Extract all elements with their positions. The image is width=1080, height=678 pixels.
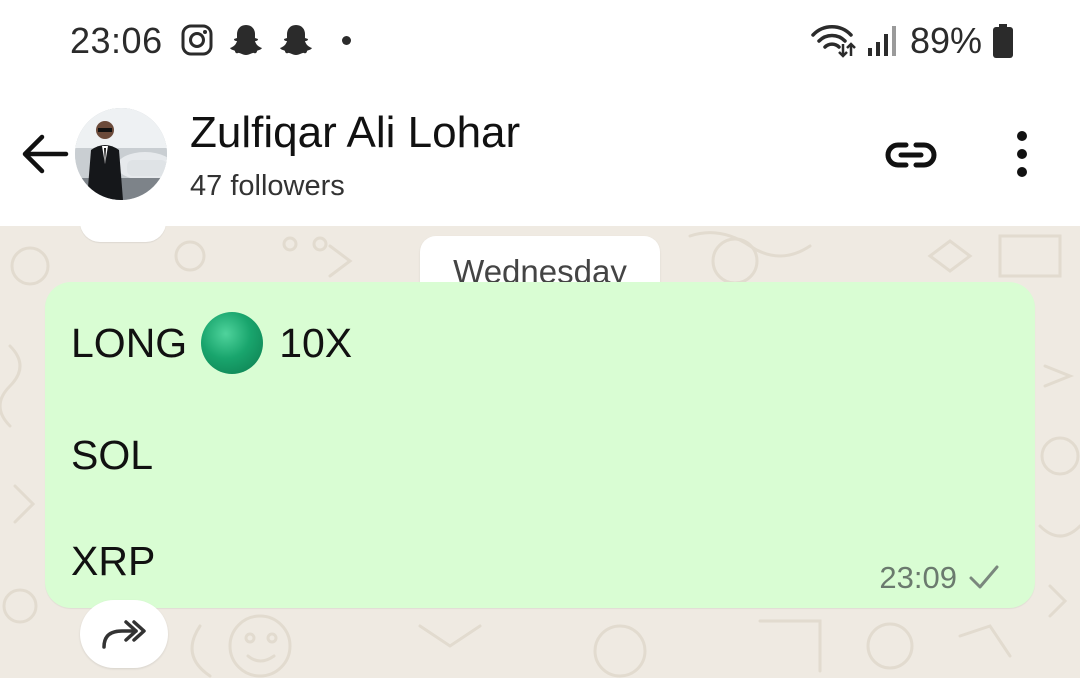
dot-icon [342,35,351,45]
forward-icon [102,620,146,649]
battery-icon [993,24,1013,58]
message-text-xrp: XRP [71,538,156,584]
status-time: 23:06 [70,20,163,61]
previous-message-edge [80,226,166,242]
snapchat-icon [280,25,312,55]
more-vert-icon[interactable] [1010,130,1034,180]
message-line-2: SOL [71,432,153,479]
chat-area[interactable]: Wednesday LONG 10X SOL XRP 23:09 [0,226,1080,678]
green-circle-emoji [201,312,264,374]
message-text-leverage: 10X [279,319,353,366]
message-bubble[interactable]: LONG 10X SOL XRP 23:09 [45,282,1035,608]
battery-percentage: 89% [909,20,982,61]
system-icons: 89% [810,20,1014,62]
message-text-long: LONG [71,319,188,366]
channel-name[interactable]: Zulfiqar Ali Lohar [190,108,520,158]
link-icon[interactable] [884,137,938,173]
notification-icons [180,22,351,58]
message-line-1: LONG 10X [71,312,352,374]
wifi-icon [811,25,856,58]
forward-button[interactable] [80,600,168,668]
followers-count: 47 followers [190,170,345,202]
signal-icon [867,26,896,56]
check-icon [969,565,999,589]
avatar[interactable] [75,108,167,200]
message-text-sol: SOL [71,432,154,478]
instagram-icon [181,24,213,56]
back-arrow-icon[interactable] [20,132,70,176]
status-bar: 23:06 89% [0,0,1080,80]
snapchat-icon [230,25,262,55]
message-timestamp: 23:09 [879,560,957,595]
chat-header: Zulfiqar Ali Lohar 47 followers [0,80,1080,226]
message-line-3: XRP [71,538,155,585]
